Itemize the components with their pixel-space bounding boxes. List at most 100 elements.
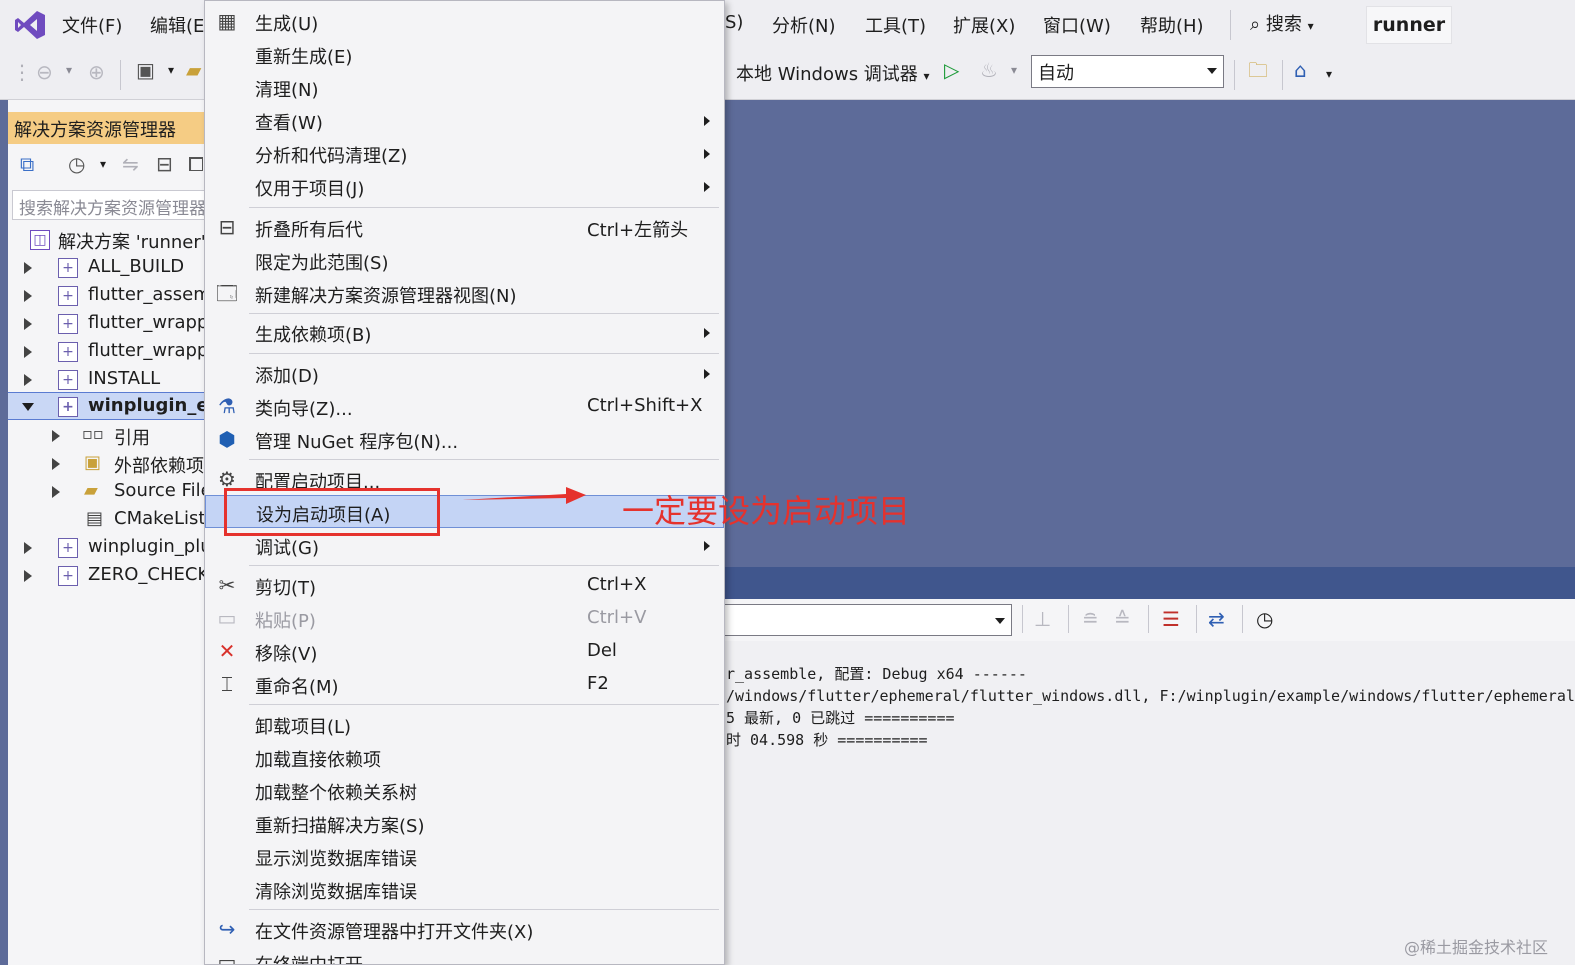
tree-item-project[interactable]: + INSTALL xyxy=(8,366,213,394)
pending-changes-icon[interactable]: ◷ xyxy=(68,154,85,174)
back-icon[interactable]: ⊖ xyxy=(36,62,53,82)
tree-item-project[interactable]: + flutter_wrapp xyxy=(8,338,213,366)
tree-item-folder[interactable]: ▫▫ 引用 xyxy=(8,422,213,450)
sync-icon[interactable]: ⇋ xyxy=(122,154,139,174)
menu-item-clean[interactable]: 清理(N) xyxy=(205,71,724,104)
new-project-dropdown-icon[interactable]: ▾ xyxy=(168,64,174,76)
menu-item-label: 重新生成(E) xyxy=(255,47,353,68)
solution-explorer-panel: 解决方案资源管理器 ⧉ ◷ ▾ ⇋ ⊟ ⧠ 搜索解决方案资源管理器 ◫ 解决方案… xyxy=(0,100,213,965)
expand-icon[interactable] xyxy=(24,542,32,554)
menu-item-manage-nuget[interactable]: ⬢ 管理 NuGet 程序包(N)... xyxy=(205,423,724,456)
menu-help[interactable]: 帮助(H) xyxy=(1140,12,1204,38)
collapse-icon[interactable] xyxy=(22,403,34,411)
menu-item-show-browse-errors[interactable]: 显示浏览数据库错误 xyxy=(205,840,724,873)
tree-item-project[interactable]: + flutter_assem xyxy=(8,282,213,310)
open-folder-icon[interactable]: ▰ xyxy=(186,60,201,80)
menu-item-collapse-all[interactable]: ⊟ 折叠所有后代 Ctrl+左箭头 xyxy=(205,211,724,244)
menu-item-load-direct-deps[interactable]: 加载直接依赖项 xyxy=(205,741,724,774)
expand-icon[interactable] xyxy=(24,262,32,274)
menu-item-build-dependencies[interactable]: 生成依赖项(B) xyxy=(205,316,724,349)
clear-all-icon[interactable]: ☰ xyxy=(1162,609,1180,629)
configuration-select[interactable]: 自动 xyxy=(1031,55,1224,88)
new-project-icon[interactable]: ▣ xyxy=(136,60,155,80)
hot-reload-dropdown-icon[interactable]: ▾ xyxy=(1011,64,1017,76)
switch-views-icon[interactable]: ⧉ xyxy=(20,154,34,174)
back-dropdown-icon[interactable]: ▾ xyxy=(66,64,72,76)
menu-file[interactable]: 文件(F) xyxy=(62,12,122,38)
output-text[interactable]: r_assemble, 配置: Debug x64 ------ /windows… xyxy=(724,641,1575,965)
expand-icon[interactable] xyxy=(52,486,60,498)
tree-item-folder[interactable]: ▣ 外部依赖项 xyxy=(8,450,213,478)
menu-item-rename[interactable]: ⌶ 重命名(M) F2 xyxy=(205,668,724,701)
tree-item-solution[interactable]: ◫ 解决方案 'runner' xyxy=(8,226,213,254)
menu-item-add[interactable]: 添加(D) xyxy=(205,357,724,390)
expand-icon[interactable] xyxy=(24,346,32,358)
menu-item-scope-to-this[interactable]: 限定为此范围(S) xyxy=(205,244,724,277)
start-without-debugging-icon[interactable]: ▷ xyxy=(944,60,959,80)
menu-item-label: 重命名(M) xyxy=(255,677,339,698)
tree-item-project[interactable]: + winplugin_plu xyxy=(8,534,213,562)
menu-item-class-wizard[interactable]: ⚗ 类向导(Z)... Ctrl+Shift+X xyxy=(205,390,724,423)
menu-item-shortcut: Ctrl+V xyxy=(587,607,647,628)
menu-item-new-explorer-view[interactable]: 🗔 新建解决方案资源管理器视图(N) xyxy=(205,277,724,310)
menu-item-clear-browse-errors[interactable]: 清除浏览数据库错误 xyxy=(205,873,724,906)
menu-item-load-dep-tree[interactable]: 加载整个依赖关系树 xyxy=(205,774,724,807)
expand-icon[interactable] xyxy=(24,318,32,330)
expand-icon[interactable] xyxy=(24,290,32,302)
chevron-down-icon xyxy=(995,618,1005,624)
expand-icon[interactable] xyxy=(24,374,32,386)
tree-item-file[interactable]: ▤ CMakeList xyxy=(8,506,213,534)
menu-item-open-in-explorer[interactable]: ↪ 在文件资源管理器中打开文件夹(X) xyxy=(205,913,724,946)
menu-window[interactable]: 窗口(W) xyxy=(1043,12,1111,38)
solution-explorer-toolbar: ⧉ ◷ ▾ ⇋ ⊟ ⧠ xyxy=(8,146,213,186)
expand-icon[interactable] xyxy=(24,570,32,582)
start-debugger-dropdown[interactable]: 本地 Windows 调试器 ▾ xyxy=(736,60,930,86)
solution-explorer-search-input[interactable]: 搜索解决方案资源管理器 xyxy=(12,190,212,220)
menu-item-analyze[interactable]: 分析和代码清理(Z) xyxy=(205,137,724,170)
find-message-icon[interactable]: ⊥ xyxy=(1034,609,1051,629)
output-source-select[interactable] xyxy=(724,604,1012,636)
menu-separator xyxy=(249,459,719,460)
menu-item-rebuild[interactable]: 重新生成(E) xyxy=(205,38,724,71)
word-wrap-icon[interactable]: ⇄ xyxy=(1208,609,1225,629)
menu-item-shortcut: Ctrl+左箭头 xyxy=(587,220,689,241)
tree-item-label: flutter_wrapp xyxy=(88,312,209,333)
expand-icon[interactable] xyxy=(52,458,60,470)
chevron-down-icon: ▾ xyxy=(923,69,930,83)
menu-tools[interactable]: 工具(T) xyxy=(865,12,926,38)
pending-changes-dropdown-icon[interactable]: ▾ xyxy=(100,158,106,170)
menu-edit[interactable]: 编辑(E xyxy=(150,12,204,38)
project-icon: + xyxy=(58,566,78,586)
menu-analyze[interactable]: 分析(N) xyxy=(772,12,836,38)
tree-item-project[interactable]: + ALL_BUILD xyxy=(8,254,213,282)
tree-item-project-selected[interactable]: + winplugin_ex xyxy=(8,392,213,420)
tree-item-project[interactable]: + flutter_wrapp xyxy=(8,310,213,338)
search-button[interactable]: ⌕ 搜索 ▾ xyxy=(1250,10,1314,36)
show-all-files-icon[interactable]: ⧠ xyxy=(188,154,204,174)
menu-item-rescan-solution[interactable]: 重新扫描解决方案(S) xyxy=(205,807,724,840)
toolbar-separator xyxy=(1234,60,1235,90)
open-folder-icon: ↪ xyxy=(218,917,236,941)
menu-item-cut[interactable]: ✂ 剪切(T) Ctrl+X xyxy=(205,569,724,602)
previous-message-icon[interactable]: ≘ xyxy=(1082,609,1099,629)
menu-item-unload-project[interactable]: 卸载项目(L) xyxy=(205,708,724,741)
hot-reload-icon[interactable]: ♨ xyxy=(980,60,998,80)
menu-item-open-in-terminal[interactable]: ▭ 在终端中打开 xyxy=(205,946,724,964)
menu-item-build[interactable]: ▦ 生成(U) xyxy=(205,5,724,38)
window-layout-icon[interactable]: ⌂ xyxy=(1294,60,1307,80)
tree-item-project[interactable]: + ZERO_CHECK xyxy=(8,562,213,590)
menu-extensions[interactable]: 扩展(X) xyxy=(953,12,1015,38)
next-message-icon[interactable]: ≙ xyxy=(1114,609,1131,629)
collapse-all-icon[interactable]: ⊟ xyxy=(156,154,173,174)
timestamp-icon[interactable]: ◷ xyxy=(1256,609,1273,629)
menu-item-view[interactable]: 查看(W) xyxy=(205,104,724,137)
browse-folder-icon[interactable]: 🗀 xyxy=(1248,60,1268,80)
expand-icon[interactable] xyxy=(52,430,60,442)
toolbar-overflow-icon[interactable]: ▾ xyxy=(1326,68,1332,80)
menu-test[interactable]: S) xyxy=(725,12,743,33)
menu-item-remove[interactable]: ✕ 移除(V) Del xyxy=(205,635,724,668)
menu-item-project-only[interactable]: 仅用于项目(J) xyxy=(205,170,724,203)
tree-item-folder[interactable]: ▰ Source File xyxy=(8,478,213,506)
toolbar-separator xyxy=(1022,605,1023,633)
forward-icon[interactable]: ⊕ xyxy=(88,62,105,82)
